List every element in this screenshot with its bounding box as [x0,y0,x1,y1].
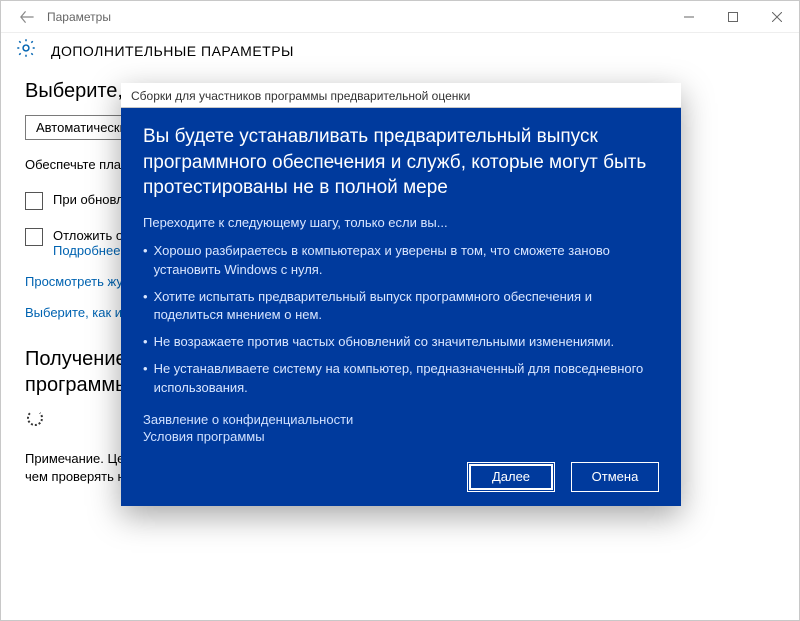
dialog-bullet: Не устанавливаете систему на компьютер, … [143,360,659,398]
dialog-bullet-list: Хорошо разбираетесь в компьютерах и увер… [143,242,659,398]
app-title: Параметры [47,10,111,24]
next-button[interactable]: Далее [467,462,555,492]
dialog-bullet: Хорошо разбираетесь в компьютерах и увер… [143,242,659,280]
cancel-button[interactable]: Отмена [571,462,659,492]
dialog-actions: Далее Отмена [143,462,659,492]
insider-consent-dialog: Сборки для участников программы предвари… [121,83,681,506]
window-controls [667,1,799,33]
checkbox-box[interactable] [25,192,43,210]
gear-icon [15,37,37,64]
titlebar: Параметры [1,1,799,33]
dialog-bullet: Не возражаете против частых обновлений с… [143,333,659,352]
more-link[interactable]: Подробнее [53,243,120,258]
dialog-lead: Переходите к следующему шагу, только есл… [143,215,659,230]
maximize-icon[interactable] [711,1,755,33]
loading-spinner-icon [27,410,43,426]
checkbox-box[interactable] [25,228,43,246]
minimize-icon[interactable] [667,1,711,33]
dialog-body: Вы будете устанавливать предварительный … [121,108,681,506]
page-title: ДОПОЛНИТЕЛЬНЫЕ ПАРАМЕТРЫ [51,43,294,59]
terms-link[interactable]: Условия программы [143,429,659,444]
close-icon[interactable] [755,1,799,33]
dialog-links: Заявление о конфиденциальности Условия п… [143,412,659,444]
settings-window: Параметры ДОПОЛНИТЕЛЬНЫЕ ПАРАМЕТРЫ Выбер… [0,0,800,621]
dialog-bullet: Хотите испытать предварительный выпуск п… [143,288,659,326]
dropdown-value: Автоматически [36,120,127,135]
back-icon[interactable] [9,1,45,33]
checkbox-label: Отложить об [53,228,131,243]
page-header: ДОПОЛНИТЕЛЬНЫЕ ПАРАМЕТРЫ [1,33,799,74]
privacy-link[interactable]: Заявление о конфиденциальности [143,412,659,427]
dialog-caption: Сборки для участников программы предвари… [121,83,681,108]
dialog-heading: Вы будете устанавливать предварительный … [143,124,659,201]
